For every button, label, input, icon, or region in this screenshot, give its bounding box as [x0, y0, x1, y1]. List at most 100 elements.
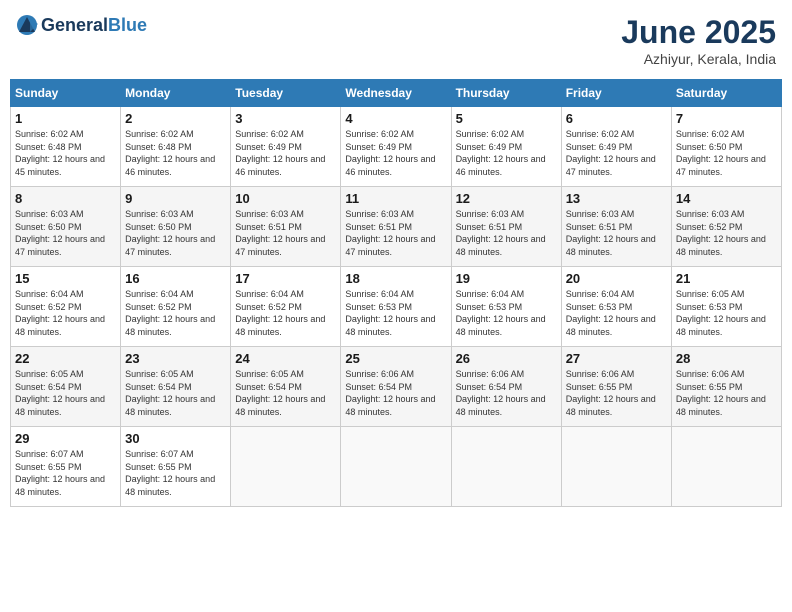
- day-number: 15: [15, 271, 116, 286]
- day-number: 18: [345, 271, 446, 286]
- day-number: 27: [566, 351, 667, 366]
- day-info: Sunrise: 6:04 AM Sunset: 6:53 PM Dayligh…: [456, 288, 557, 338]
- table-row: 17 Sunrise: 6:04 AM Sunset: 6:52 PM Dayli…: [231, 267, 341, 347]
- table-row: 29 Sunrise: 6:07 AM Sunset: 6:55 PM Dayli…: [11, 427, 121, 507]
- day-number: 21: [676, 271, 777, 286]
- table-row: 14 Sunrise: 6:03 AM Sunset: 6:52 PM Dayli…: [671, 187, 781, 267]
- calendar-table: Sunday Monday Tuesday Wednesday Thursday…: [10, 79, 782, 507]
- table-row: 18 Sunrise: 6:04 AM Sunset: 6:53 PM Dayli…: [341, 267, 451, 347]
- location-title: Azhiyur, Kerala, India: [621, 51, 776, 67]
- day-number: 25: [345, 351, 446, 366]
- table-row: 30Sunrise: 6:07 AM Sunset: 6:55 PM Dayli…: [121, 427, 231, 507]
- day-info: Sunrise: 6:03 AM Sunset: 6:52 PM Dayligh…: [676, 208, 777, 258]
- table-row: 13 Sunrise: 6:03 AM Sunset: 6:51 PM Dayli…: [561, 187, 671, 267]
- table-row: [671, 427, 781, 507]
- day-info: Sunrise: 6:04 AM Sunset: 6:53 PM Dayligh…: [345, 288, 446, 338]
- day-info: Sunrise: 6:03 AM Sunset: 6:51 PM Dayligh…: [566, 208, 667, 258]
- day-number: 22: [15, 351, 116, 366]
- header-wednesday: Wednesday: [341, 80, 451, 107]
- logo-blue: Blue: [108, 15, 147, 35]
- table-row: 25 Sunrise: 6:06 AM Sunset: 6:54 PM Dayli…: [341, 347, 451, 427]
- calendar-week-row: 22 Sunrise: 6:05 AM Sunset: 6:54 PM Dayli…: [11, 347, 782, 427]
- day-info: Sunrise: 6:02 AM Sunset: 6:49 PM Dayligh…: [235, 128, 336, 178]
- table-row: 10Sunrise: 6:03 AM Sunset: 6:51 PM Dayli…: [231, 187, 341, 267]
- day-info: Sunrise: 6:03 AM Sunset: 6:50 PM Dayligh…: [125, 208, 226, 258]
- table-row: 6 Sunrise: 6:02 AM Sunset: 6:49 PM Daylig…: [561, 107, 671, 187]
- table-row: 16Sunrise: 6:04 AM Sunset: 6:52 PM Dayli…: [121, 267, 231, 347]
- day-number: 20: [566, 271, 667, 286]
- header-saturday: Saturday: [671, 80, 781, 107]
- day-info: Sunrise: 6:06 AM Sunset: 6:54 PM Dayligh…: [345, 368, 446, 418]
- day-info: Sunrise: 6:02 AM Sunset: 6:49 PM Dayligh…: [566, 128, 667, 178]
- calendar-week-row: 1 Sunrise: 6:02 AM Sunset: 6:48 PM Daylig…: [11, 107, 782, 187]
- table-row: 15 Sunrise: 6:04 AM Sunset: 6:52 PM Dayli…: [11, 267, 121, 347]
- day-number: 13: [566, 191, 667, 206]
- table-row: 3 Sunrise: 6:02 AM Sunset: 6:49 PM Daylig…: [231, 107, 341, 187]
- day-number: 9: [125, 191, 226, 206]
- table-row: 12 Sunrise: 6:03 AM Sunset: 6:51 PM Dayli…: [451, 187, 561, 267]
- day-info: Sunrise: 6:06 AM Sunset: 6:54 PM Dayligh…: [456, 368, 557, 418]
- day-number: 6: [566, 111, 667, 126]
- day-info: Sunrise: 6:05 AM Sunset: 6:54 PM Dayligh…: [125, 368, 226, 418]
- day-number: 1: [15, 111, 116, 126]
- day-number: 16: [125, 271, 226, 286]
- day-number: 26: [456, 351, 557, 366]
- month-title: June 2025: [621, 14, 776, 51]
- calendar-week-row: 8 Sunrise: 6:03 AM Sunset: 6:50 PM Daylig…: [11, 187, 782, 267]
- day-number: 19: [456, 271, 557, 286]
- day-number: 30: [125, 431, 226, 446]
- header-sunday: Sunday: [11, 80, 121, 107]
- table-row: 19 Sunrise: 6:04 AM Sunset: 6:53 PM Dayli…: [451, 267, 561, 347]
- day-info: Sunrise: 6:04 AM Sunset: 6:52 PM Dayligh…: [235, 288, 336, 338]
- day-info: Sunrise: 6:07 AM Sunset: 6:55 PM Dayligh…: [15, 448, 116, 498]
- table-row: 2 Sunrise: 6:02 AM Sunset: 6:48 PM Daylig…: [121, 107, 231, 187]
- header-tuesday: Tuesday: [231, 80, 341, 107]
- header-thursday: Thursday: [451, 80, 561, 107]
- day-number: 14: [676, 191, 777, 206]
- day-number: 3: [235, 111, 336, 126]
- day-info: Sunrise: 6:04 AM Sunset: 6:52 PM Dayligh…: [15, 288, 116, 338]
- day-number: 2: [125, 111, 226, 126]
- logo-text: GeneralBlue: [41, 15, 147, 36]
- table-row: 4Sunrise: 6:02 AM Sunset: 6:49 PM Daylig…: [341, 107, 451, 187]
- table-row: 28 Sunrise: 6:06 AM Sunset: 6:55 PM Dayli…: [671, 347, 781, 427]
- table-row: 5Sunrise: 6:02 AM Sunset: 6:49 PM Daylig…: [451, 107, 561, 187]
- table-row: 7 Sunrise: 6:02 AM Sunset: 6:50 PM Daylig…: [671, 107, 781, 187]
- day-number: 8: [15, 191, 116, 206]
- logo-general: General: [41, 15, 108, 35]
- table-row: [561, 427, 671, 507]
- calendar-week-row: 15 Sunrise: 6:04 AM Sunset: 6:52 PM Dayli…: [11, 267, 782, 347]
- table-row: [231, 427, 341, 507]
- day-number: 12: [456, 191, 557, 206]
- calendar-header-row: Sunday Monday Tuesday Wednesday Thursday…: [11, 80, 782, 107]
- day-number: 28: [676, 351, 777, 366]
- day-info: Sunrise: 6:06 AM Sunset: 6:55 PM Dayligh…: [676, 368, 777, 418]
- table-row: 9 Sunrise: 6:03 AM Sunset: 6:50 PM Daylig…: [121, 187, 231, 267]
- day-info: Sunrise: 6:03 AM Sunset: 6:51 PM Dayligh…: [456, 208, 557, 258]
- day-number: 29: [15, 431, 116, 446]
- table-row: 11Sunrise: 6:03 AM Sunset: 6:51 PM Dayli…: [341, 187, 451, 267]
- table-row: 20 Sunrise: 6:04 AM Sunset: 6:53 PM Dayli…: [561, 267, 671, 347]
- title-area: June 2025 Azhiyur, Kerala, India: [621, 14, 776, 67]
- header-friday: Friday: [561, 80, 671, 107]
- day-info: Sunrise: 6:03 AM Sunset: 6:50 PM Dayligh…: [15, 208, 116, 258]
- day-info: Sunrise: 6:02 AM Sunset: 6:49 PM Dayligh…: [456, 128, 557, 178]
- day-info: Sunrise: 6:05 AM Sunset: 6:54 PM Dayligh…: [15, 368, 116, 418]
- table-row: 22 Sunrise: 6:05 AM Sunset: 6:54 PM Dayli…: [11, 347, 121, 427]
- day-info: Sunrise: 6:04 AM Sunset: 6:53 PM Dayligh…: [566, 288, 667, 338]
- table-row: 26 Sunrise: 6:06 AM Sunset: 6:54 PM Dayli…: [451, 347, 561, 427]
- table-row: 23 Sunrise: 6:05 AM Sunset: 6:54 PM Dayli…: [121, 347, 231, 427]
- table-row: 24Sunrise: 6:05 AM Sunset: 6:54 PM Dayli…: [231, 347, 341, 427]
- day-number: 7: [676, 111, 777, 126]
- day-number: 24: [235, 351, 336, 366]
- day-info: Sunrise: 6:02 AM Sunset: 6:50 PM Dayligh…: [676, 128, 777, 178]
- day-info: Sunrise: 6:05 AM Sunset: 6:53 PM Dayligh…: [676, 288, 777, 338]
- logo: GeneralBlue: [16, 14, 147, 36]
- day-info: Sunrise: 6:02 AM Sunset: 6:48 PM Dayligh…: [125, 128, 226, 178]
- day-info: Sunrise: 6:06 AM Sunset: 6:55 PM Dayligh…: [566, 368, 667, 418]
- day-info: Sunrise: 6:03 AM Sunset: 6:51 PM Dayligh…: [235, 208, 336, 258]
- day-info: Sunrise: 6:03 AM Sunset: 6:51 PM Dayligh…: [345, 208, 446, 258]
- day-number: 23: [125, 351, 226, 366]
- table-row: [451, 427, 561, 507]
- day-number: 17: [235, 271, 336, 286]
